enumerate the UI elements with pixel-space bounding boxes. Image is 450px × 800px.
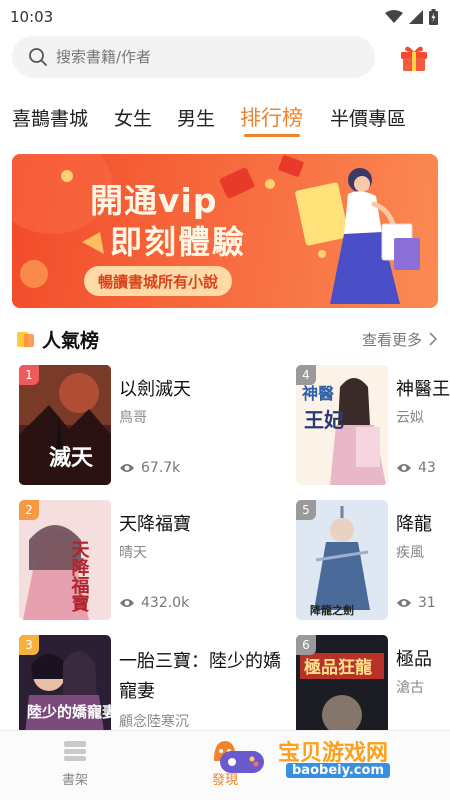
popular-section-header: 人氣榜 查看更多 <box>16 324 438 354</box>
book-title: 神醫王 <box>396 379 450 400</box>
gift-icon[interactable] <box>398 41 430 73</box>
banner-illustration <box>295 168 420 304</box>
eye-icon <box>120 599 134 607</box>
book-cover[interactable]: 滅天 1 <box>19 365 111 485</box>
book-item[interactable]: 滅天 1 以劍滅天 鳥哥 67.7k <box>19 365 279 489</box>
book-author: 云姒 <box>396 410 424 426</box>
rank-badge: 2 <box>19 500 39 520</box>
battery-icon <box>429 9 438 25</box>
cover-title: 降龍之劍 <box>310 603 354 617</box>
watermark: 宝贝游戏网 baobeiy.com <box>220 735 450 781</box>
tab-male[interactable]: 男生 <box>177 104 215 131</box>
book-views: 432.0k <box>119 595 189 611</box>
cover-title: 天降福寶 <box>69 540 91 613</box>
banner-title-line1: 開通vip <box>90 181 218 220</box>
book-title: 天降福寶 <box>119 514 191 535</box>
cover-title: 陸少的嬌寵妻 <box>27 703 111 721</box>
status-icons <box>385 9 438 25</box>
rank-badge: 6 <box>296 635 316 655</box>
vip-banner[interactable]: 開通vip 即刻體驗 暢讀書城所有小說 <box>12 154 438 308</box>
views-count: 43 <box>418 460 436 476</box>
status-time: 10:03 <box>10 8 54 26</box>
status-bar: 10:03 <box>0 0 450 34</box>
book-views: 31 <box>396 595 436 611</box>
nav-bookshelf[interactable]: 書架 <box>45 739 105 788</box>
search-icon <box>29 48 47 66</box>
see-more-link[interactable]: 查看更多 <box>362 329 438 350</box>
book-cover[interactable]: 神醫 王妃 4 <box>296 365 388 485</box>
book-author: 鳥哥 <box>119 410 147 426</box>
section-title: 人氣榜 <box>42 329 100 352</box>
banner-title-line2: 即刻體驗 <box>110 223 247 261</box>
rank-badge: 3 <box>19 635 39 655</box>
see-more-label: 查看更多 <box>361 330 422 349</box>
tab-half-price[interactable]: 半價專區 <box>330 104 406 131</box>
book-title: 極品 <box>396 649 432 670</box>
book-views: 67.7k <box>119 460 180 476</box>
signal-icon <box>409 10 423 24</box>
ranking-icon <box>17 332 34 347</box>
banner-subtitle: 暢讀書城所有小說 <box>84 266 233 296</box>
cover-title: 神醫 <box>302 384 334 403</box>
book-author: 疾風 <box>396 545 424 561</box>
cover-title: 滅天 <box>49 445 94 471</box>
rank-badge: 5 <box>296 500 316 520</box>
bookshelf-icon <box>64 741 86 761</box>
book-author: 晴天 <box>119 545 147 561</box>
views-count: 432.0k <box>141 595 190 611</box>
watermark-url: baobeiy.com <box>286 763 390 778</box>
cover-subtitle: 王妃 <box>304 408 344 432</box>
book-item[interactable]: 天降福寶 2 天降福寶 晴天 432.0k <box>19 500 279 624</box>
rank-badge: 4 <box>296 365 316 385</box>
book-item[interactable]: 神醫 王妃 4 神醫王 云姒 43 <box>296 365 450 489</box>
book-views: 43 <box>396 460 436 476</box>
book-cover[interactable]: 降龍之劍 5 <box>296 500 388 620</box>
nav-bookshelf-label: 書架 <box>61 773 88 788</box>
cover-title: 極品狂龍 <box>304 657 372 678</box>
views-count: 67.7k <box>141 460 181 476</box>
views-count: 31 <box>418 595 436 611</box>
chevron-right-icon <box>429 332 438 346</box>
search-input[interactable] <box>56 48 356 66</box>
rank-badge: 1 <box>19 365 39 385</box>
book-author: 顧念陸寒沉 <box>119 714 189 730</box>
section-title-wrap: 人氣榜 <box>16 326 99 353</box>
tab-female[interactable]: 女生 <box>114 104 152 131</box>
search-box[interactable] <box>12 36 375 78</box>
book-cover[interactable]: 天降福寶 2 <box>19 500 111 620</box>
book-title: 一胎三寶：陸少的嬌寵妻 <box>119 651 281 702</box>
tab-rankings[interactable]: 排行榜 <box>240 102 303 132</box>
wifi-icon <box>385 10 403 23</box>
eye-icon <box>120 464 134 472</box>
search-row <box>12 35 438 79</box>
book-title: 降龍 <box>396 514 432 535</box>
book-author: 滄古 <box>396 680 424 696</box>
book-title: 以劍滅天 <box>119 379 191 400</box>
category-tabs: 喜鵲書城 女生 男生 排行榜 半價專區 <box>0 96 450 146</box>
eye-icon <box>397 599 411 607</box>
book-item[interactable]: 降龍之劍 5 降龍 疾風 31 <box>296 500 450 624</box>
eye-icon <box>397 464 411 472</box>
gamepad-icon <box>220 751 264 773</box>
tab-bookstore[interactable]: 喜鵲書城 <box>12 104 88 131</box>
active-tab-indicator <box>244 134 300 137</box>
